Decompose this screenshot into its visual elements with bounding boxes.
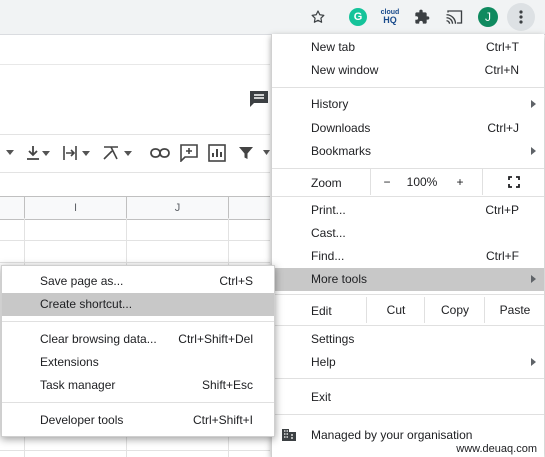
menu-separator [272, 87, 544, 88]
submenu-item-extensions[interactable]: Extensions [2, 351, 274, 374]
submenu-arrow-icon [531, 275, 536, 283]
menu-item-bookmarks[interactable]: Bookmarks [272, 140, 544, 163]
vertical-align-icon[interactable] [26, 140, 50, 166]
menu-item-history[interactable]: History [272, 93, 544, 116]
sheets-header-divider [0, 64, 270, 65]
chrome-main-menu: New tab Ctrl+T New window Ctrl+N History… [271, 34, 544, 457]
zoom-label: Zoom [311, 176, 342, 190]
dropdown-caret-icon[interactable] [6, 140, 14, 166]
submenu-item-task-manager[interactable]: Task manager Shift+Esc [2, 374, 274, 397]
filter-icon[interactable] [238, 140, 254, 166]
building-icon [281, 428, 297, 445]
menu-separator [272, 378, 544, 379]
menu-item-downloads[interactable]: Downloads Ctrl+J [272, 117, 544, 140]
column-header-j[interactable]: J [127, 197, 229, 219]
text-rotation-icon[interactable] [102, 140, 134, 166]
zoom-level: 100% [406, 175, 438, 189]
menu-separator [2, 402, 274, 403]
zoom-out-button[interactable]: − [370, 169, 403, 195]
insert-link-icon[interactable] [150, 140, 170, 166]
menu-separator [2, 321, 274, 322]
submenu-arrow-icon [531, 147, 536, 155]
vertical-dots-icon [519, 10, 523, 24]
zoom-in-button[interactable]: + [442, 169, 478, 195]
comment-icon[interactable] [249, 90, 269, 111]
menu-separator [272, 325, 544, 326]
text-wrapping-icon[interactable] [62, 140, 92, 166]
sheet-toolbar-divider [0, 134, 270, 135]
column-header[interactable] [229, 197, 270, 219]
browser-toolbar: G cloud HQ J [0, 0, 545, 35]
dropdown-caret-icon[interactable] [263, 140, 270, 166]
submenu-arrow-icon [531, 358, 536, 366]
column-header-i[interactable]: I [25, 197, 127, 219]
menu-zoom-row: Zoom − 100% + [272, 169, 544, 195]
menu-item-find[interactable]: Find... Ctrl+F [272, 245, 544, 268]
cast-icon[interactable] [443, 6, 465, 28]
grid-line [0, 262, 270, 263]
menu-item-cast[interactable]: Cast... [272, 222, 544, 245]
submenu-arrow-icon [531, 100, 536, 108]
menu-item-print[interactable]: Print... Ctrl+P [272, 199, 544, 222]
menu-item-new-window[interactable]: New window Ctrl+N [272, 59, 544, 82]
grid-line [0, 240, 270, 241]
menu-item-exit[interactable]: Exit [272, 386, 544, 409]
menu-item-help[interactable]: Help [272, 351, 544, 374]
copy-button[interactable]: Copy [424, 297, 485, 323]
sheet-toolbar-bottom-divider [0, 172, 270, 173]
submenu-item-create-shortcut[interactable]: Create shortcut... [2, 293, 274, 316]
fullscreen-icon [508, 176, 520, 188]
cut-button[interactable]: Cut [366, 297, 425, 323]
profile-avatar[interactable]: J [477, 6, 499, 28]
submenu-item-developer-tools[interactable]: Developer tools Ctrl+Shift+I [2, 409, 274, 432]
menu-separator [272, 414, 544, 415]
submenu-item-clear-browsing-data[interactable]: Clear browsing data... Ctrl+Shift+Del [2, 328, 274, 351]
menu-item-settings[interactable]: Settings [272, 328, 544, 351]
grid-line [0, 450, 270, 451]
menu-item-new-tab[interactable]: New tab Ctrl+T [272, 36, 544, 59]
menu-edit-row: Edit Cut Copy Paste [272, 297, 544, 323]
grammarly-extension-icon[interactable]: G [347, 6, 369, 28]
column-header-row: I J [0, 196, 270, 220]
menu-item-more-tools[interactable]: More tools [272, 268, 544, 291]
insert-comment-icon[interactable] [180, 140, 198, 166]
fullscreen-button[interactable] [482, 169, 545, 195]
extensions-puzzle-icon[interactable] [411, 6, 433, 28]
insert-chart-icon[interactable] [208, 140, 226, 166]
edit-label: Edit [311, 304, 332, 318]
chrome-menu-button[interactable] [507, 3, 535, 31]
more-tools-submenu: Save page as... Ctrl+S Create shortcut..… [1, 265, 275, 437]
column-header[interactable] [0, 197, 25, 219]
submenu-item-save-page[interactable]: Save page as... Ctrl+S [2, 270, 274, 293]
paste-button[interactable]: Paste [484, 297, 545, 323]
menu-separator [272, 294, 544, 295]
bookmark-star-icon[interactable] [307, 6, 329, 28]
watermark-text: www.deuaq.com [456, 443, 537, 455]
menu-separator [272, 196, 544, 197]
cloudhq-extension-icon[interactable]: cloud HQ [379, 6, 401, 28]
